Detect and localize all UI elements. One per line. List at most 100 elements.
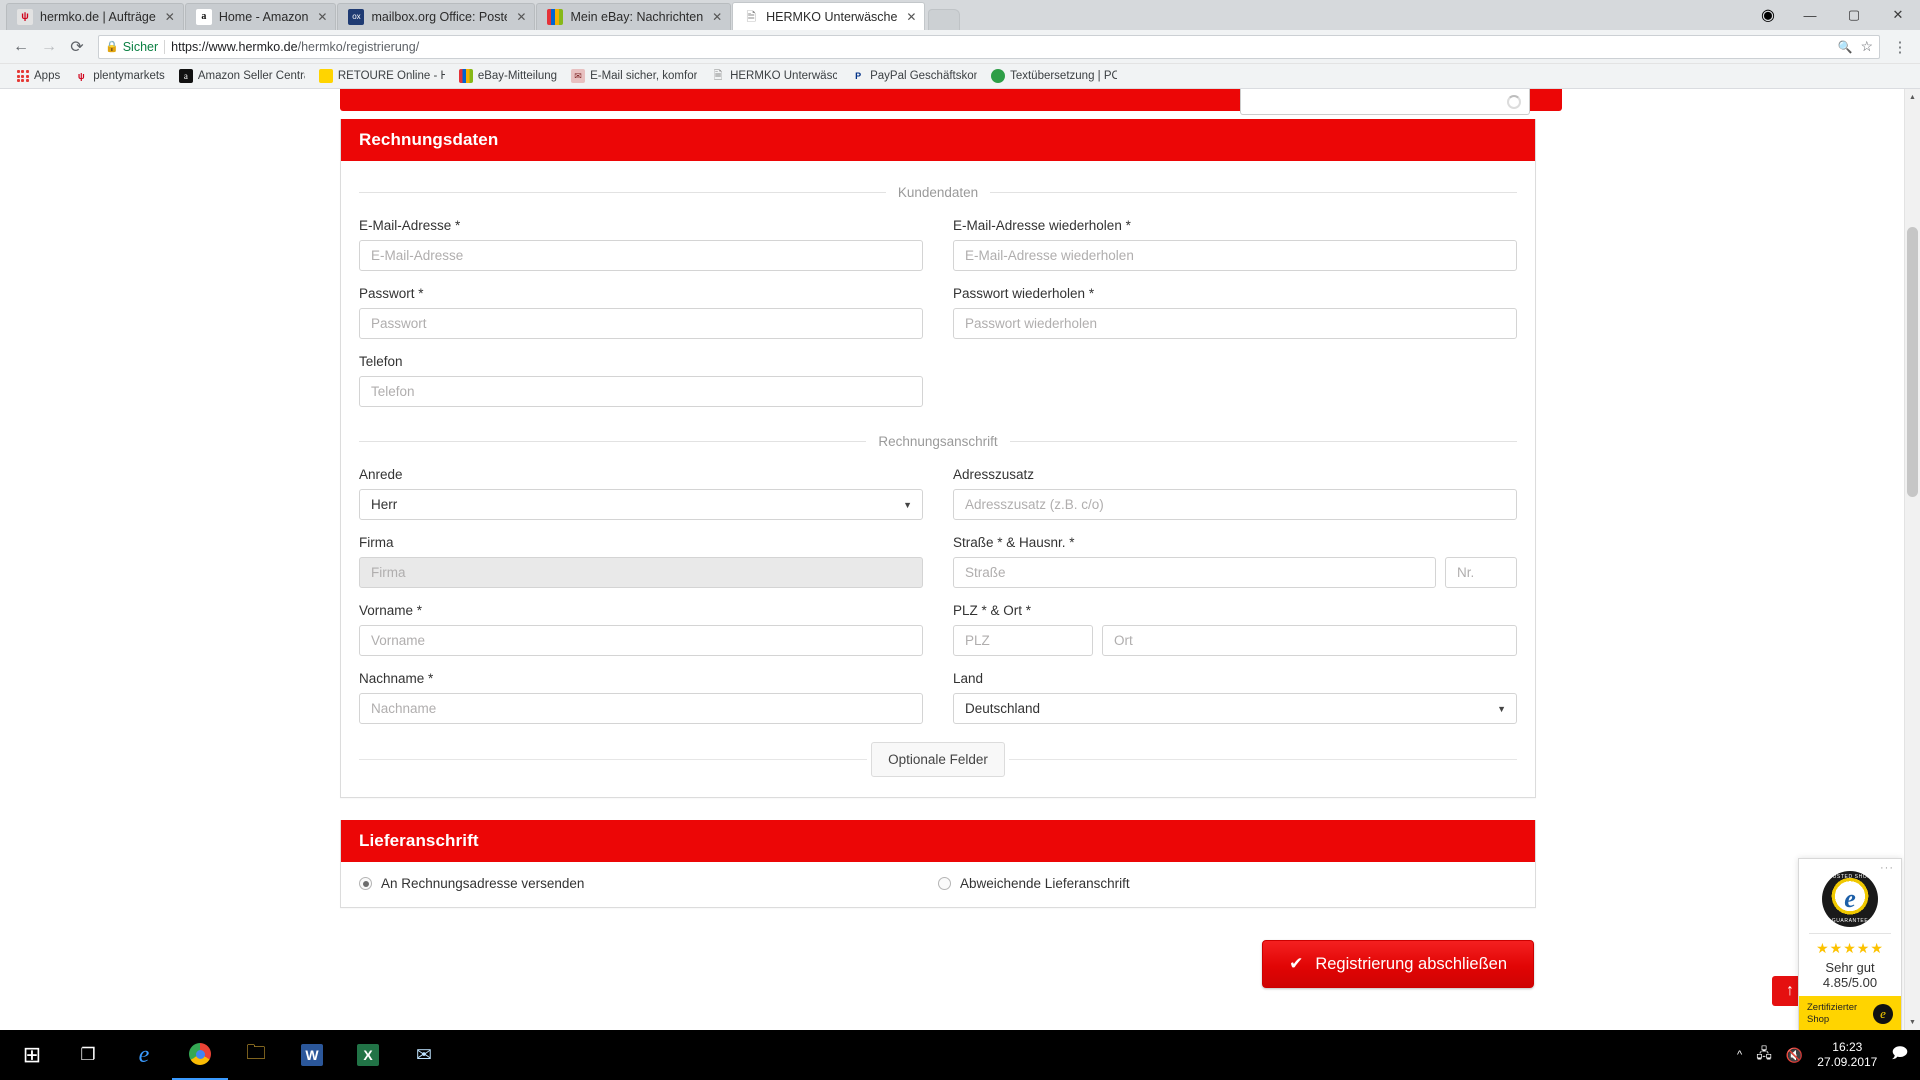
zoom-icon[interactable]: 🔍 [1837,40,1852,54]
email-input[interactable] [359,240,923,271]
forward-icon[interactable]: → [36,34,62,60]
badge-more-icon[interactable]: ··· [1880,862,1894,874]
action-center-icon[interactable]: 🗩 [1891,1043,1908,1068]
bookmark-star-icon[interactable]: ☆ [1860,38,1873,55]
shipping-option-different-address[interactable]: Abweichende Lieferanschrift [938,876,1517,891]
taskbar-explorer-icon[interactable]: 🗀 [228,1030,284,1080]
previous-field-fragment[interactable] [1240,89,1530,115]
street-input[interactable] [953,557,1436,588]
complete-registration-button[interactable]: ✔ Registrierung abschließen [1262,940,1534,988]
web-page: Rechnungsdaten Kundendaten E-Mail-Adress… [0,89,1920,1030]
company-input[interactable] [359,557,923,588]
taskbar-edge-icon[interactable]: e [116,1030,172,1080]
back-icon[interactable]: ← [8,34,34,60]
shipping-option-billing-address[interactable]: An Rechnungsadresse versenden [359,876,938,891]
browser-tab-0[interactable]: ψ hermko.de | Aufträge ✕ [6,3,184,30]
bookmark-mail[interactable]: ✉ E-Mail sicher, komfor [564,67,704,85]
optional-fields-button[interactable]: Optionale Felder [871,742,1005,777]
email-label: E-Mail-Adresse * [359,218,461,233]
taskbar-mail-icon[interactable]: ✉ [396,1030,452,1080]
first-name-input[interactable] [359,625,923,656]
bookmark-label: Apps [34,70,61,82]
minimize-button[interactable]: — [1788,0,1832,30]
bookmark-plentymarkets[interactable]: ψ plentymarkets [67,67,172,85]
bookmark-amazon-seller[interactable]: a Amazon Seller Centra [172,67,312,85]
taskbar-clock[interactable]: 16:23 27.09.2017 [1817,1040,1877,1070]
salutation-select[interactable]: Herr ▼ [359,489,923,520]
certified-shop-label: Zertifizierter Shop [1807,1002,1858,1026]
tab-close-icon[interactable]: ✕ [904,10,918,24]
browser-tab-1[interactable]: a Home - Amazon ✕ [184,3,337,30]
volume-muted-icon[interactable]: 🔇 [1786,1047,1803,1064]
scroll-down-icon[interactable]: ▼ [1905,1014,1920,1030]
address-extra-input[interactable] [953,489,1517,520]
rating-text: Sehr gut [1825,960,1875,976]
bookmark-retoure[interactable]: RETOURE Online - HE [312,67,452,85]
legend-rule-right [1009,441,1518,442]
profile-icon[interactable]: ◉ [1748,0,1788,30]
city-input[interactable] [1102,625,1517,656]
browser-tab-3[interactable]: Mein eBay: Nachrichten ✕ [536,3,732,30]
scrollbar-thumb[interactable] [1907,227,1918,497]
shipping-panel-title: Lieferanschrift [341,820,1535,862]
bookmark-paypal[interactable]: P PayPal Geschäftskont [844,67,984,85]
house-number-input[interactable] [1445,557,1517,588]
bookmark-hermko[interactable]: 🗎 HERMKO Unterwäsch [704,67,844,85]
tray-expand-icon[interactable]: ^ [1737,1049,1742,1061]
last-name-input[interactable] [359,693,923,724]
apps-grid-icon [15,69,29,83]
network-icon[interactable]: 🖧 [1756,1043,1772,1067]
bookmark-label: RETOURE Online - HE [337,70,445,82]
salutation-value: Herr [371,497,398,512]
taskbar-chrome-icon[interactable] [172,1030,228,1080]
reload-icon[interactable]: ⟳ [64,34,90,60]
country-select[interactable]: Deutschland ▼ [953,693,1517,724]
phone-field-group: Telefon [359,354,923,407]
tab-close-icon[interactable]: ✕ [710,10,724,24]
street-label: Straße * & Hausnr. * [953,535,1075,550]
taskbar-word-icon[interactable]: W [284,1030,340,1080]
close-window-button[interactable]: ✕ [1876,0,1920,30]
maximize-button[interactable]: ▢ [1832,0,1876,30]
tab-title: mailbox.org Office: Poste [371,10,508,24]
tab-close-icon[interactable]: ✕ [315,10,329,24]
browser-menu-icon[interactable]: ⋮ [1888,38,1912,56]
bookmark-ebay[interactable]: eBay-Mitteilung [452,67,564,85]
shipping-option-label: Abweichende Lieferanschrift [960,876,1130,891]
scroll-up-icon[interactable]: ▲ [1905,89,1920,105]
radio-unselected-icon[interactable] [938,877,951,890]
page-viewport: Rechnungsdaten Kundendaten E-Mail-Adress… [0,89,1920,1030]
street-house-pair [953,557,1517,588]
legend-rule-right [990,192,1518,193]
bookmark-translate[interactable]: Textübersetzung | PO [984,67,1124,85]
submit-row: ✔ Registrierung abschließen [340,930,1536,988]
task-view-button[interactable]: ❐ [60,1030,116,1080]
email-field-group: E-Mail-Adresse * [359,218,923,271]
radio-selected-icon[interactable] [359,877,372,890]
rating-value: 4.85/5.00 [1822,975,1878,991]
browser-tab-2[interactable]: ox mailbox.org Office: Poste ✕ [337,3,536,30]
certified-shop-banner[interactable]: Zertifizierter Shop e [1799,996,1901,1030]
phone-input[interactable] [359,376,923,407]
browser-tab-4-active[interactable]: 🗎 HERMKO Unterwäsche ✕ [732,2,926,30]
password-label: Passwort * [359,286,424,301]
window-controls: ◉ — ▢ ✕ [1748,0,1920,30]
new-tab-button[interactable] [928,9,961,30]
tab-close-icon[interactable]: ✕ [163,10,177,24]
trusted-shops-badge[interactable]: ··· TRUSTED SHOPS e GUARANTEE ★★★★★ Sehr… [1798,858,1913,1030]
address-bar[interactable]: 🔒 Sicher https://www.hermko.de/hermko/re… [98,34,1880,59]
page-scrollbar[interactable]: ▲ ▼ [1904,89,1920,1030]
last-name-field-group: Nachname * [359,671,923,724]
zip-input[interactable] [953,625,1093,656]
shipping-options: An Rechnungsadresse versenden Abweichend… [341,862,1535,907]
tab-title: hermko.de | Aufträge [40,10,156,24]
bookmark-apps[interactable]: Apps [8,67,67,85]
address-left-column: Anrede Herr ▼ Firma Firma Vorname * Vorn… [359,467,923,724]
password-repeat-input[interactable] [953,308,1517,339]
tab-close-icon[interactable]: ✕ [514,10,528,24]
start-button[interactable]: ⊞ [4,1030,60,1080]
email-repeat-input[interactable] [953,240,1517,271]
password-input[interactable] [359,308,923,339]
taskbar-excel-icon[interactable]: X [340,1030,396,1080]
address-right-column: Adresszusatz Straße * & Hausnr. * [953,467,1517,724]
